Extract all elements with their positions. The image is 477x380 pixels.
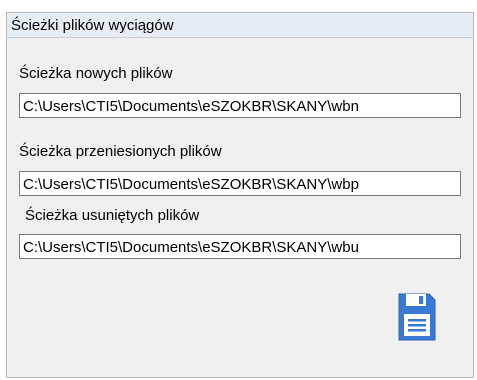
panel-title: Ścieżki plików wyciągów bbox=[7, 13, 473, 38]
paths-panel: Ścieżki plików wyciągów Ścieżka nowych p… bbox=[6, 12, 474, 378]
new-files-path-label: Ścieżka nowych plików bbox=[19, 65, 173, 82]
deleted-files-path-label: Ścieżka usuniętych plików bbox=[25, 207, 200, 224]
new-files-path-input[interactable]: C:\Users\CTI5\Documents\eSZOKBR\SKANY\wb… bbox=[19, 93, 461, 118]
save-button[interactable] bbox=[391, 291, 443, 343]
moved-files-path-label: Ścieżka przeniesionych plików bbox=[19, 143, 222, 160]
deleted-files-path-input[interactable]: C:\Users\CTI5\Documents\eSZOKBR\SKANY\wb… bbox=[19, 234, 461, 259]
moved-files-path-input[interactable]: C:\Users\CTI5\Documents\eSZOKBR\SKANY\wb… bbox=[19, 171, 461, 196]
save-icon bbox=[398, 293, 436, 341]
